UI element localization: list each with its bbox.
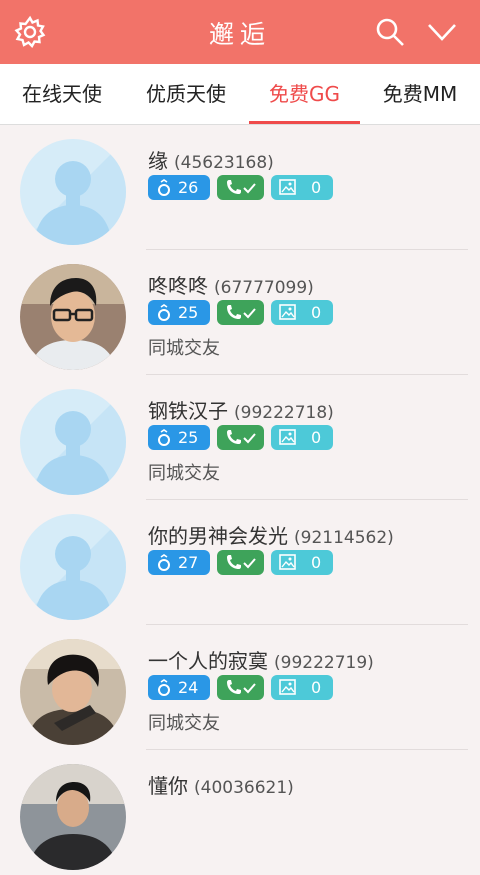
tab-label: 在线天使 (22, 82, 102, 106)
default-avatar (20, 514, 126, 620)
age-value: 26 (178, 178, 199, 197)
tab-free-gg[interactable]: 免费GG (249, 64, 360, 124)
photo-count-badge: 0 (271, 425, 333, 450)
user-tagline: 同城交友 (148, 338, 220, 359)
user-name-line: 懂你 (40036621) (148, 770, 294, 799)
user-id: (40036621) (194, 778, 294, 798)
age-badge: 27 (148, 550, 210, 575)
photo-avatar (20, 264, 126, 370)
tab-label: 免费GG (269, 82, 340, 106)
phone-verified-badge (217, 300, 264, 325)
age-badge: 26 (148, 175, 210, 200)
phone-check-icon (227, 430, 256, 444)
user-id: (99222718) (234, 403, 334, 423)
photo-count: 0 (311, 553, 322, 572)
photo-avatar (20, 639, 126, 745)
photo-count: 0 (311, 678, 322, 697)
image-icon (279, 554, 296, 570)
top-bar: 邂逅 (0, 0, 480, 64)
user-name: 缘 (148, 149, 168, 173)
male-icon (158, 429, 170, 446)
list-item[interactable]: 钢铁汉子 (99222718) 25 0 同城交友 (0, 375, 480, 500)
default-avatar (20, 139, 126, 245)
tab-online-angels[interactable]: 在线天使 (0, 64, 124, 124)
tab-quality-angels[interactable]: 优质天使 (124, 64, 248, 124)
list-item[interactable]: 缘 (45623168) 26 0 (0, 125, 480, 250)
page-title: 邂逅 (208, 20, 271, 49)
age-badge: 25 (148, 425, 210, 450)
phone-verified-badge (217, 425, 264, 450)
user-name: 钢铁汉子 (148, 399, 228, 423)
age-value: 24 (178, 678, 199, 697)
user-name-line: 一个人的寂寞 (99222719) (148, 645, 374, 674)
default-avatar (20, 389, 126, 495)
phone-verified-badge (217, 675, 264, 700)
photo-count-badge: 0 (271, 175, 333, 200)
phone-check-icon (227, 305, 256, 319)
tab-free-mm[interactable]: 免费MM (362, 64, 478, 124)
phone-check-icon (227, 180, 256, 194)
user-name: 懂你 (148, 774, 188, 798)
user-name-line: 咚咚咚 (67777099) (148, 270, 314, 299)
male-icon (158, 554, 170, 571)
phone-verified-badge (217, 550, 264, 575)
list-item[interactable]: 一个人的寂寞 (99222719) 24 0 同城交友 (0, 625, 480, 750)
list-item[interactable]: 你的男神会发光 (92114562) 27 0 (0, 500, 480, 625)
tab-label: 免费MM (382, 82, 458, 106)
list-item[interactable]: 懂你 (40036621) (0, 750, 480, 875)
user-name-line: 钢铁汉子 (99222718) (148, 395, 334, 424)
photo-count: 0 (311, 303, 322, 322)
list-item[interactable]: 咚咚咚 (67777099) 25 0 同城交友 (0, 250, 480, 375)
image-icon (279, 679, 296, 695)
male-icon (158, 304, 170, 321)
photo-count-badge: 0 (271, 675, 333, 700)
user-name-line: 缘 (45623168) (148, 145, 274, 174)
photo-count: 0 (311, 178, 322, 197)
image-icon (279, 304, 296, 320)
user-name-line: 你的男神会发光 (92114562) (148, 520, 394, 549)
user-id: (99222719) (274, 653, 374, 673)
user-tagline: 同城交友 (148, 713, 220, 734)
age-badge: 25 (148, 300, 210, 325)
photo-count-badge: 0 (271, 300, 333, 325)
user-id: (67777099) (214, 278, 314, 298)
user-tagline: 同城交友 (148, 463, 220, 484)
active-tab-indicator (249, 121, 360, 124)
chevron-down-icon[interactable] (424, 14, 460, 50)
age-badge: 24 (148, 675, 210, 700)
phone-check-icon (227, 555, 256, 569)
tab-bar: 在线天使 优质天使 免费GG 免费MM (0, 64, 480, 125)
user-id: (45623168) (174, 153, 274, 173)
image-icon (279, 429, 296, 445)
user-name: 你的男神会发光 (148, 524, 288, 548)
age-value: 27 (178, 553, 199, 572)
photo-count-badge: 0 (271, 550, 333, 575)
male-icon (158, 179, 170, 196)
tab-label: 优质天使 (146, 82, 226, 106)
user-name: 咚咚咚 (148, 274, 208, 298)
search-icon[interactable] (372, 14, 408, 50)
photo-avatar (20, 764, 126, 870)
age-value: 25 (178, 428, 199, 447)
age-value: 25 (178, 303, 199, 322)
user-id: (92114562) (294, 528, 394, 548)
phone-check-icon (227, 680, 256, 694)
photo-count: 0 (311, 428, 322, 447)
male-icon (158, 679, 170, 696)
phone-verified-badge (217, 175, 264, 200)
image-icon (279, 179, 296, 195)
user-name: 一个人的寂寞 (148, 649, 268, 673)
